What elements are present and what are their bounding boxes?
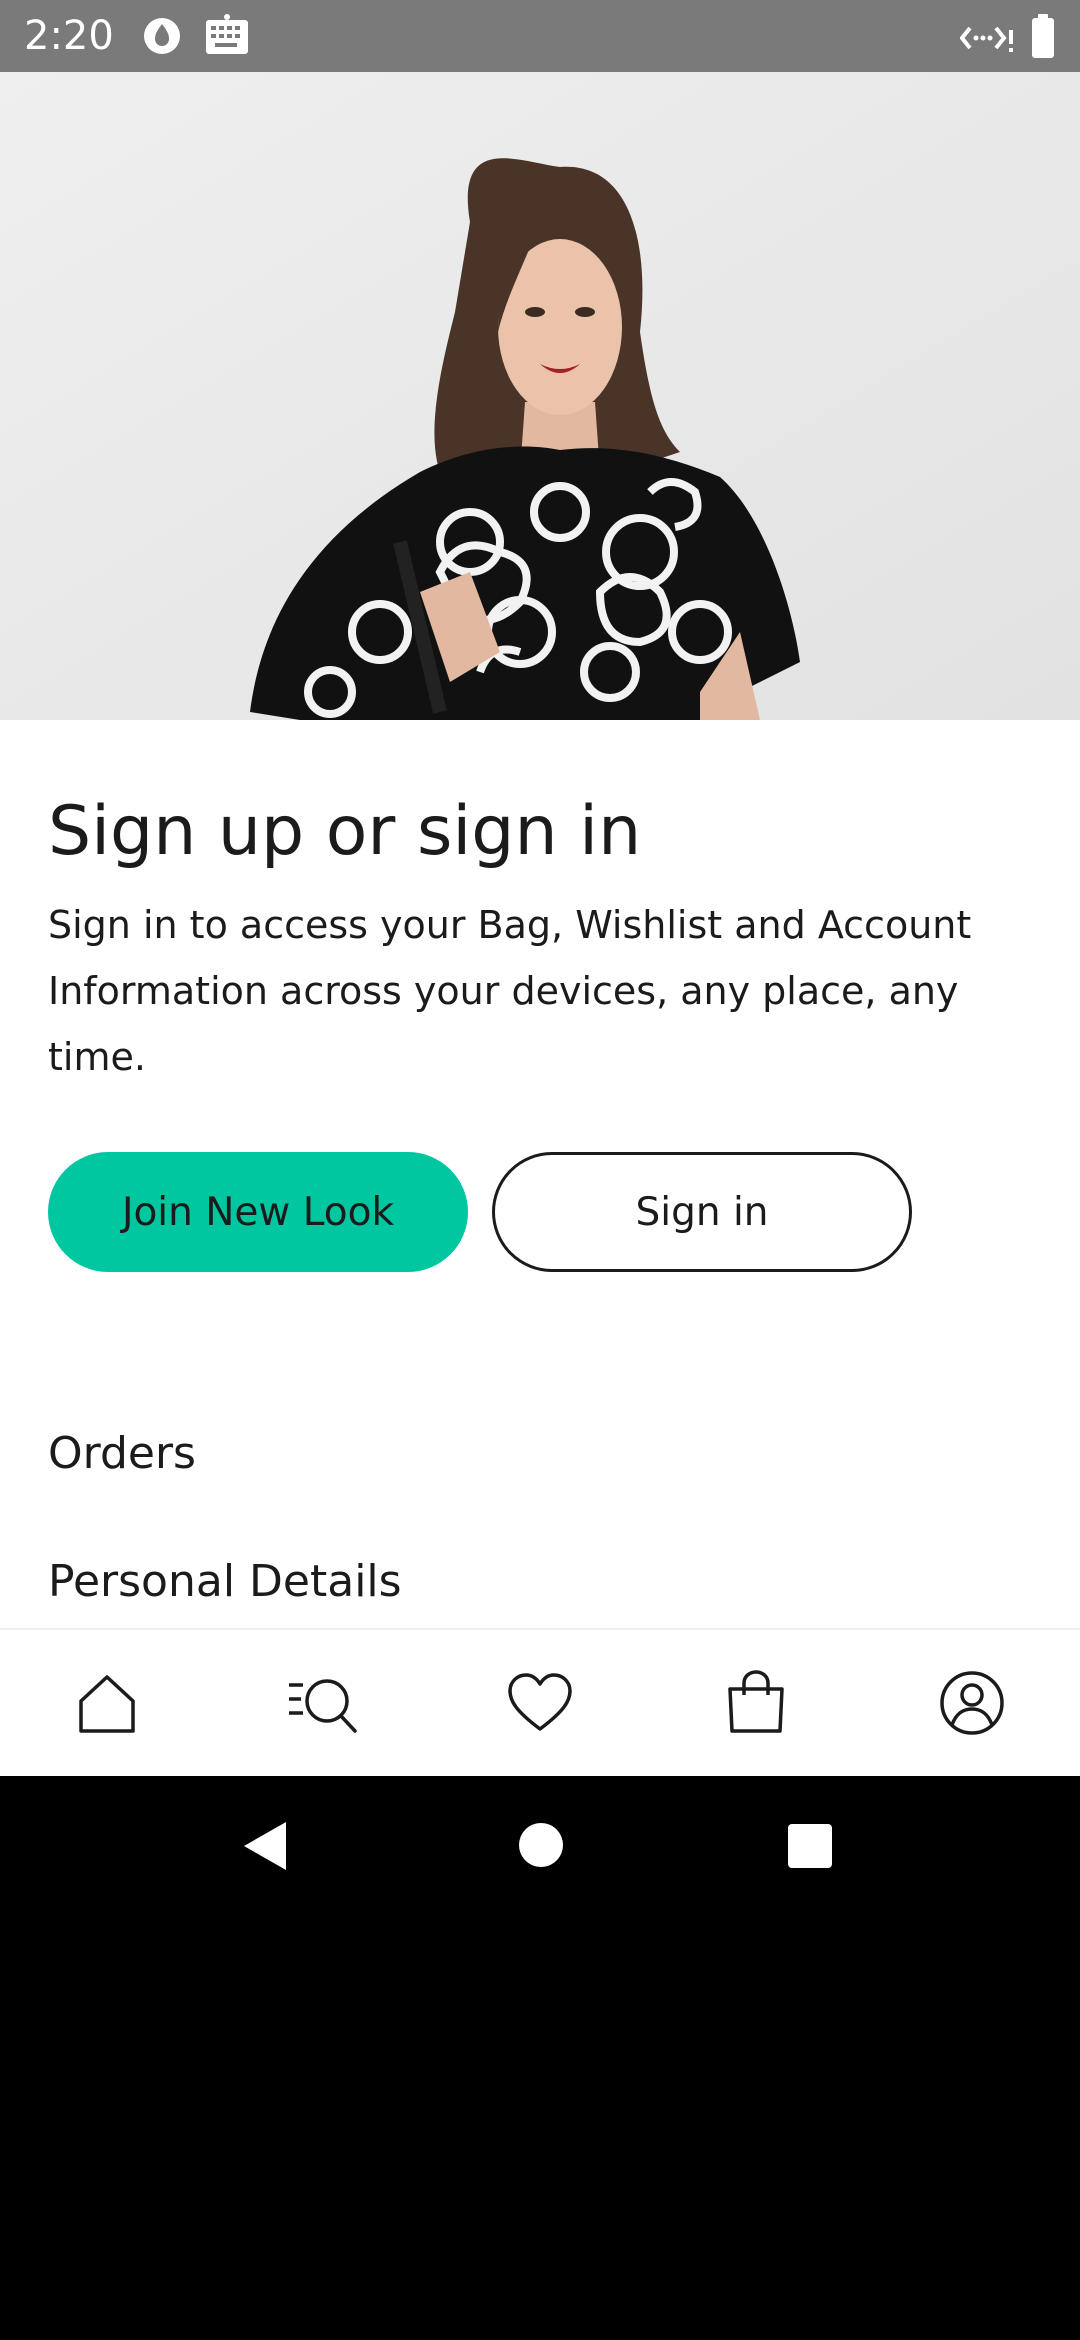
search-icon	[289, 1679, 357, 1733]
menu-item-orders[interactable]: Orders	[48, 1426, 196, 1482]
nav-account[interactable]	[927, 1658, 1017, 1748]
data-arrows-icon	[959, 18, 1014, 62]
nav-search[interactable]	[278, 1658, 368, 1748]
nav-home[interactable]	[62, 1658, 152, 1748]
home-icon	[79, 1675, 135, 1733]
keyboard-icon	[204, 14, 250, 62]
nav-bag[interactable]	[711, 1658, 801, 1748]
bottom-nav	[0, 1628, 1080, 1776]
menu-item-label: Personal Details	[48, 1556, 402, 1607]
menu-item-personal-details[interactable]: Personal Details	[48, 1554, 402, 1610]
water-drop-icon	[142, 14, 182, 62]
back-icon[interactable]	[240, 1820, 290, 1876]
recents-icon[interactable]	[787, 1823, 833, 1873]
system-nav-bar	[0, 1776, 1080, 1916]
sign-in-button[interactable]: Sign in	[492, 1152, 912, 1272]
join-new-look-button[interactable]: Join New Look	[48, 1152, 468, 1272]
home-circle-icon[interactable]	[518, 1822, 564, 1872]
shopping-bag-icon	[728, 1670, 784, 1733]
sign-in-panel: Sign up or sign in Sign in to access you…	[0, 720, 1080, 1630]
sign-in-description: Sign in to access your Bag, Wishlist and…	[48, 903, 972, 1079]
account-icon	[940, 1671, 1004, 1735]
nav-wishlist[interactable]	[495, 1658, 585, 1748]
status-time: 2:20	[24, 13, 114, 59]
status-bar: 2:20	[0, 0, 1080, 72]
page-title: Sign up or sign in	[48, 792, 642, 871]
screen: 2:20 Sign up or sign in Sign in to acces…	[0, 0, 1080, 2340]
join-button-label: Join New Look	[121, 1189, 395, 1235]
heart-icon	[508, 1673, 572, 1731]
battery-icon	[1030, 14, 1056, 62]
model-photo	[0, 72, 1080, 720]
sign-in-button-label: Sign in	[635, 1189, 769, 1235]
hero-image	[0, 72, 1080, 720]
menu-item-label: Orders	[48, 1428, 196, 1479]
